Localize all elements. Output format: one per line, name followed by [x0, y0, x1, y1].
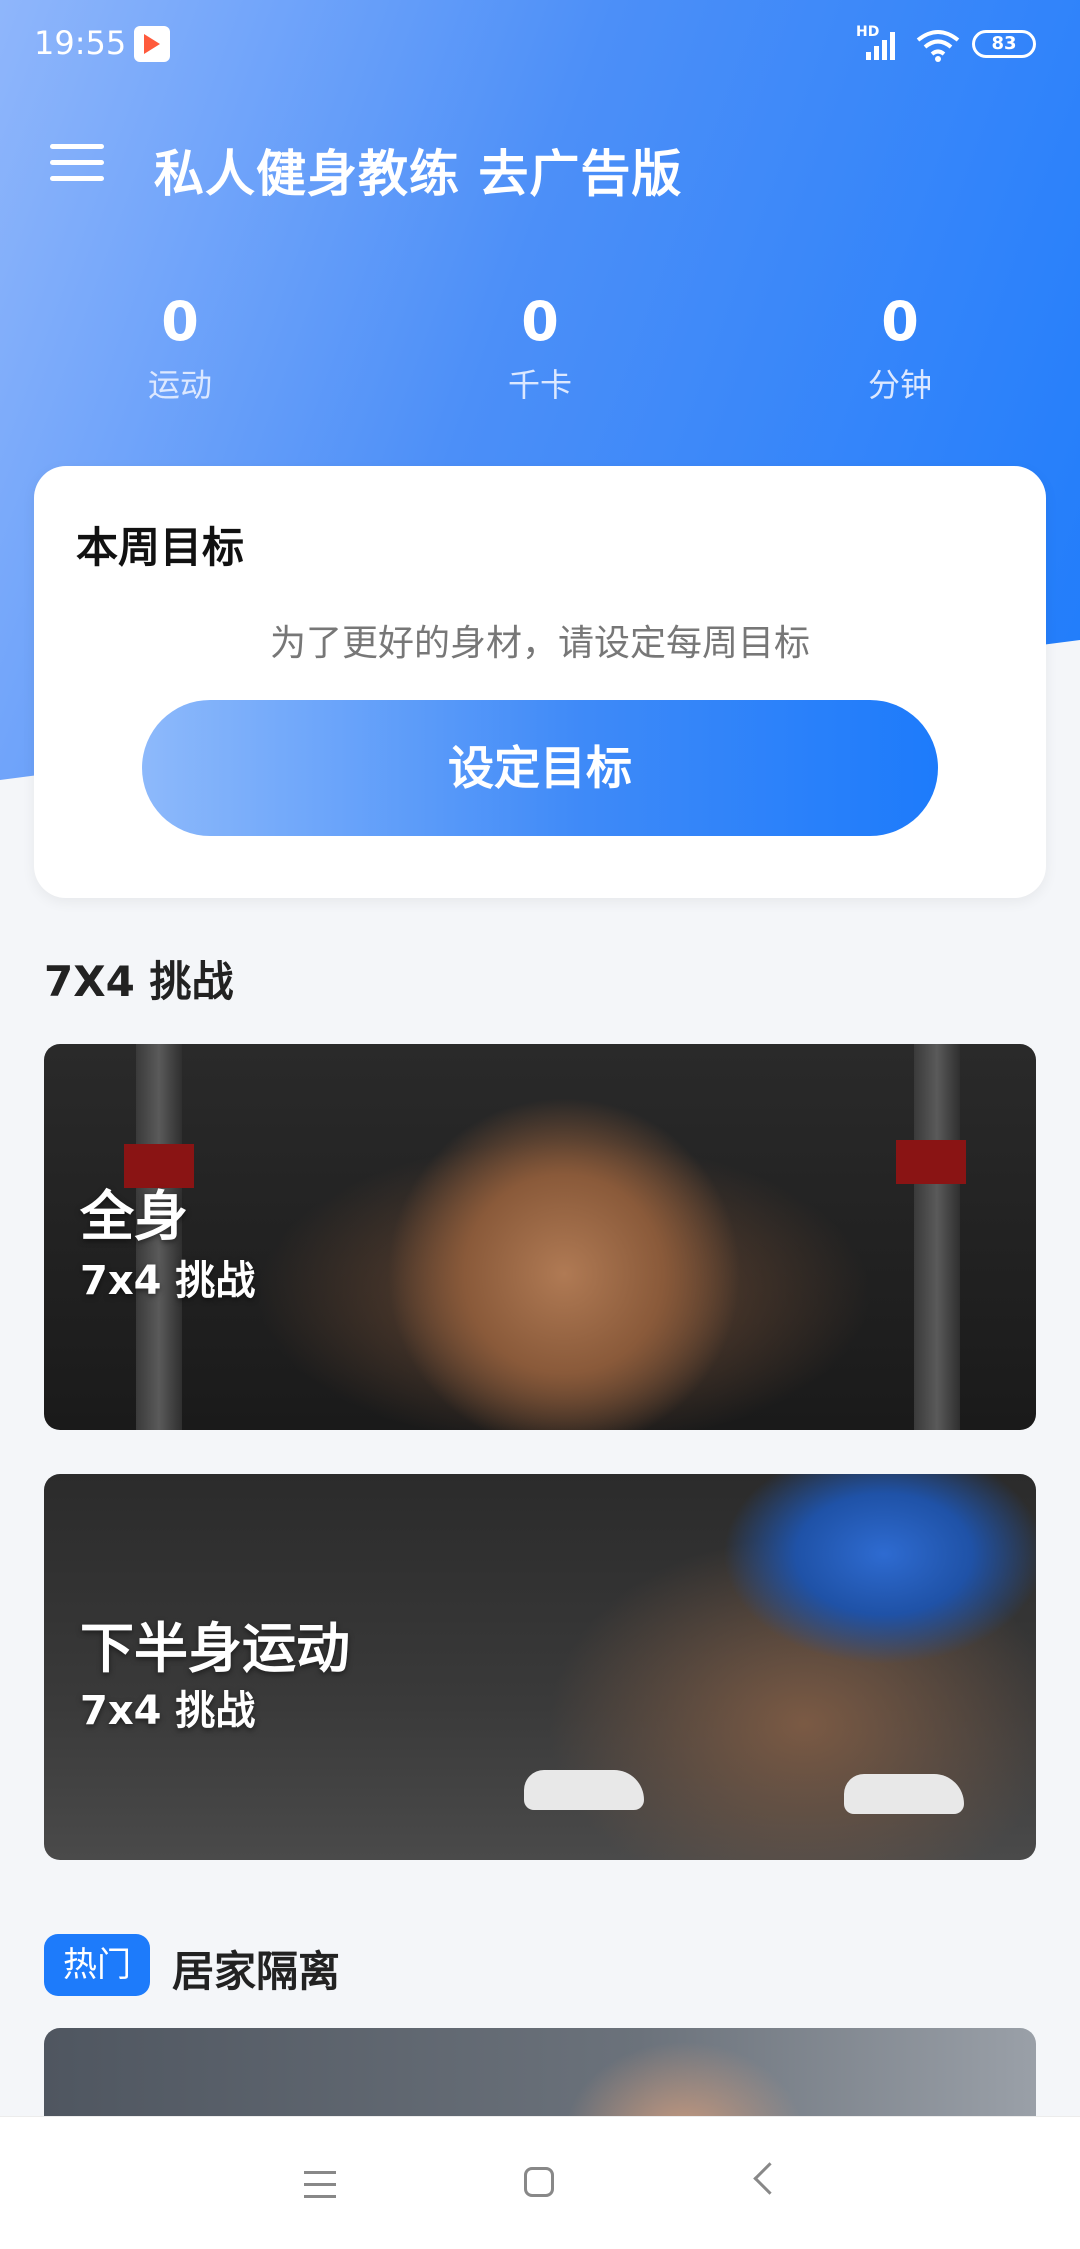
weekly-goal-description: 为了更好的身材，请设定每周目标: [269, 623, 810, 664]
challenge-card-name: 下半身运动: [80, 1617, 350, 1680]
menu-icon[interactable]: [44, 140, 104, 190]
stat-label: 分钟: [867, 366, 932, 404]
stat-value: 0: [521, 290, 559, 353]
stat-value: 0: [161, 290, 199, 353]
stat-label: 运动: [147, 366, 212, 404]
challenge-card-subtitle: 7x4 挑战: [80, 1258, 256, 1304]
set-goal-button[interactable]: 设定目标: [142, 700, 938, 836]
battery-icon: 83: [972, 30, 1036, 58]
challenge-section-title: 7X4 挑战: [44, 957, 234, 1006]
stat-label: 千卡: [507, 366, 572, 404]
status-bar: 19:55 HD 83: [0, 0, 1080, 88]
stat-minutes: 0 分钟: [800, 290, 1000, 406]
stat-calories: 0 千卡: [440, 290, 640, 406]
challenge-card-subtitle: 7x4 挑战: [80, 1688, 256, 1734]
hot-badge: 热门: [44, 1934, 150, 1996]
signal-icon: [866, 30, 900, 60]
nav-menu-icon[interactable]: [292, 2157, 352, 2213]
app-title: 私人健身教练 去广告版: [154, 145, 683, 203]
system-nav-bar: [0, 2116, 1080, 2249]
stat-value: 0: [881, 290, 919, 353]
nav-back-icon[interactable]: [753, 2162, 786, 2195]
wifi-icon: [916, 30, 960, 62]
sneaker-image: [524, 1770, 644, 1810]
sneaker-image: [844, 1774, 964, 1814]
weekly-goal-card: 本周目标 为了更好的身材，请设定每周目标 设定目标: [34, 466, 1046, 898]
stat-workouts: 0 运动: [80, 290, 280, 406]
challenge-card-full-body[interactable]: 全身 7x4 挑战: [44, 1044, 1036, 1430]
gym-rack-image: [896, 1140, 966, 1184]
challenge-card-lower-body[interactable]: 下半身运动 7x4 挑战: [44, 1474, 1036, 1860]
home-section-title: 居家隔离: [172, 1947, 341, 1996]
play-store-icon: [134, 26, 170, 62]
stats-row: 0 运动 0 千卡 0 分钟: [0, 290, 1080, 420]
challenge-card-name: 全身: [80, 1185, 188, 1248]
status-time: 19:55: [34, 24, 127, 62]
weekly-goal-title: 本周目标: [76, 523, 245, 572]
gym-rack-image: [914, 1044, 960, 1430]
app-bar: 私人健身教练 去广告版: [0, 110, 1080, 220]
nav-home-icon[interactable]: [524, 2167, 554, 2197]
